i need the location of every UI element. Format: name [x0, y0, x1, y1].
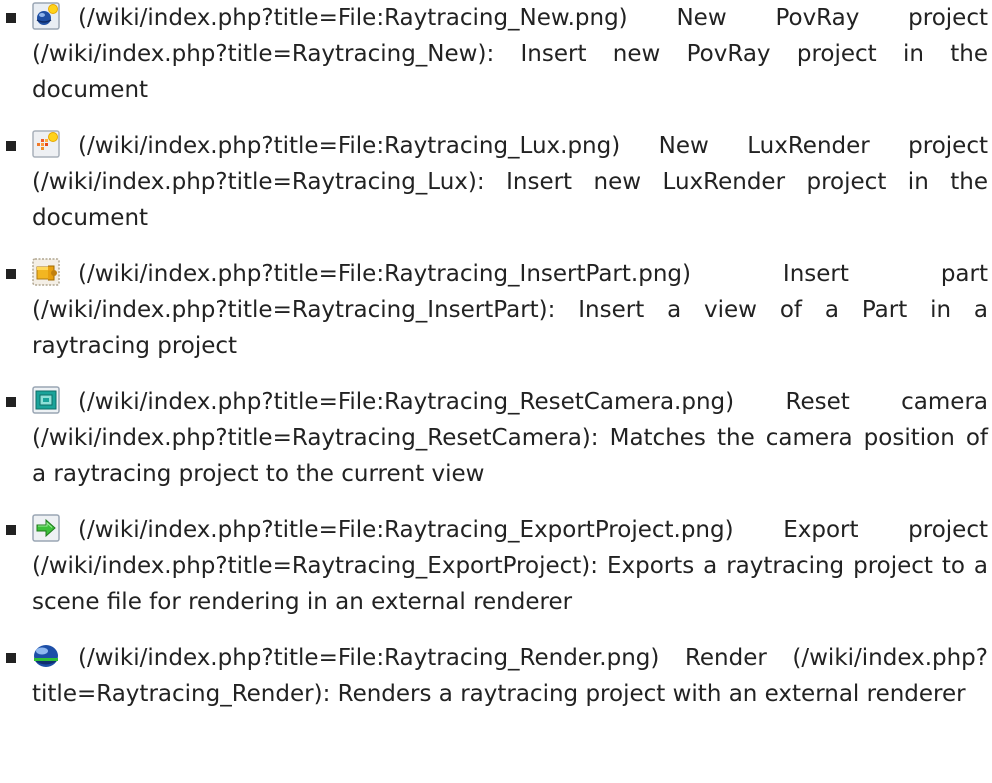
- command-name-link[interactable]: Insert part: [783, 261, 988, 287]
- list-item-export-project: (/wiki/index.php?title=File:Raytracing_E…: [0, 512, 992, 620]
- raytracing-new-povray-icon[interactable]: [32, 2, 60, 30]
- file-link[interactable]: (/wiki/index.php?title=File:Raytracing_R…: [78, 389, 734, 415]
- page-link[interactable]: (/wiki/index.php?title=Raytracing_Insert…: [32, 297, 548, 323]
- command-name-link[interactable]: Export project: [783, 517, 988, 543]
- bullet: [6, 653, 16, 663]
- page-link[interactable]: (/wiki/index.php?title=Raytracing_Lux): [32, 169, 477, 195]
- raytracing-new-luxrender-icon[interactable]: [32, 130, 60, 158]
- page-link[interactable]: (/wiki/index.php?title=Raytracing_Export…: [32, 553, 590, 579]
- command-description: : Renders a raytracing project with an e…: [322, 681, 966, 707]
- list-item-insert-part: (/wiki/index.php?title=File:Raytracing_I…: [0, 256, 992, 364]
- raytracing-command-list: (/wiki/index.php?title=File:Raytracing_N…: [0, 0, 992, 732]
- list-item-render: (/wiki/index.php?title=File:Raytracing_R…: [0, 640, 992, 712]
- bullet: [6, 525, 16, 535]
- file-link[interactable]: (/wiki/index.php?title=File:Raytracing_I…: [78, 261, 691, 287]
- command-name-link[interactable]: Reset camera: [786, 389, 989, 415]
- list-item-reset-camera: (/wiki/index.php?title=File:Raytracing_R…: [0, 384, 992, 492]
- page-link[interactable]: (/wiki/index.php?title=Raytracing_New): [32, 41, 486, 67]
- bullet: [6, 269, 16, 279]
- file-link[interactable]: (/wiki/index.php?title=File:Raytracing_E…: [78, 517, 734, 543]
- file-link[interactable]: (/wiki/index.php?title=File:Raytracing_N…: [78, 5, 628, 31]
- command-name-link[interactable]: Render: [685, 645, 767, 671]
- list-item-new-povray: (/wiki/index.php?title=File:Raytracing_N…: [0, 0, 992, 108]
- file-link[interactable]: (/wiki/index.php?title=File:Raytracing_R…: [78, 645, 659, 671]
- raytracing-insert-part-icon[interactable]: [32, 258, 60, 286]
- bullet: [6, 13, 16, 23]
- page-link[interactable]: (/wiki/index.php?title=Raytracing_ResetC…: [32, 425, 591, 451]
- raytracing-render-icon[interactable]: [32, 642, 60, 670]
- command-name-link[interactable]: New PovRay project: [676, 5, 988, 31]
- list-item-new-luxrender: (/wiki/index.php?title=File:Raytracing_L…: [0, 128, 992, 236]
- bullet: [6, 141, 16, 151]
- file-link[interactable]: (/wiki/index.php?title=File:Raytracing_L…: [78, 133, 620, 159]
- raytracing-reset-camera-icon[interactable]: [32, 386, 60, 414]
- raytracing-export-project-icon[interactable]: [32, 514, 60, 542]
- bullet: [6, 397, 16, 407]
- command-name-link[interactable]: New LuxRender project: [659, 133, 988, 159]
